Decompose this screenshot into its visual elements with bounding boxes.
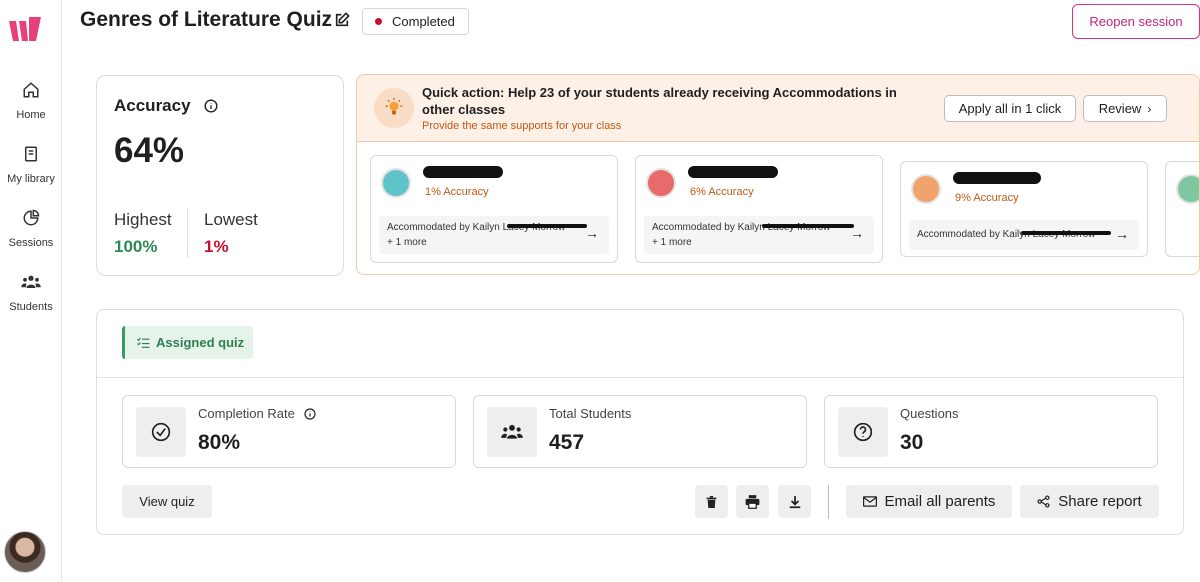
- completion-rate-label: Completion Rate: [198, 406, 317, 421]
- status-label: Completed: [392, 14, 455, 29]
- questions-label: Questions: [900, 406, 959, 421]
- page-title: Genres of Literature Quiz: [80, 8, 333, 31]
- arrow-right-icon: →: [850, 225, 864, 241]
- student-card[interactable]: 9% Accuracy Accommodated by Kailyn Lacey…: [900, 161, 1148, 257]
- check-circle-icon: [136, 407, 186, 457]
- highest-value: 100%: [114, 237, 158, 256]
- status-dot: [375, 18, 382, 25]
- accommodation-row[interactable]: Accommodated by Kailyn Lacey Morrow + 1 …: [379, 216, 609, 254]
- total-students-value: 457: [549, 431, 585, 454]
- status-badge: Completed: [362, 8, 469, 35]
- redaction-mark: [762, 224, 854, 228]
- question-circle-icon: [838, 407, 888, 457]
- edit-icon[interactable]: [334, 12, 350, 28]
- share-icon: [1037, 495, 1050, 508]
- nav-label-students: Students: [9, 301, 53, 313]
- quick-action-title: Quick action: Help 23 of your students a…: [422, 85, 897, 117]
- apply-all-button[interactable]: Apply all in 1 click: [944, 95, 1076, 122]
- accommodation-row[interactable]: Accommodated by Kailyn Lacey Morrow + 1 …: [644, 216, 874, 254]
- view-quiz-button[interactable]: View quiz: [122, 485, 212, 518]
- checklist-icon: [137, 337, 150, 348]
- redacted-name: [688, 166, 778, 178]
- printer-icon: [745, 494, 760, 509]
- arrow-right-icon: →: [1115, 226, 1129, 242]
- sidebar: Home My library Sessions Students: [0, 0, 62, 582]
- info-icon[interactable]: [304, 408, 317, 420]
- nav-label-home: Home: [16, 109, 46, 121]
- more-count: + 1 more: [387, 237, 427, 248]
- delete-button[interactable]: [695, 485, 728, 518]
- review-label: Review: [1098, 101, 1142, 116]
- student-card[interactable]: [1165, 161, 1199, 257]
- total-students-label: Total Students: [549, 406, 632, 421]
- review-button[interactable]: Review ›: [1083, 95, 1167, 122]
- email-all-parents-label: Email all parents: [884, 493, 996, 510]
- student-card[interactable]: 6% Accuracy Accommodated by Kailyn Lacey…: [635, 155, 883, 263]
- more-count: + 1 more: [652, 237, 692, 248]
- redaction-mark: [507, 224, 587, 228]
- total-students-card: Total Students 457: [473, 395, 807, 468]
- info-icon[interactable]: [204, 99, 218, 113]
- book-icon: [25, 146, 37, 162]
- nav-item-students[interactable]: Students: [0, 273, 62, 315]
- users-icon: [21, 275, 41, 288]
- nav-item-sessions[interactable]: Sessions: [0, 209, 62, 251]
- assigned-quiz-label: Assigned quiz: [156, 335, 245, 350]
- share-report-label: Share report: [1058, 493, 1142, 510]
- divider: [97, 377, 1183, 378]
- nav-item-my-library[interactable]: My library: [0, 145, 62, 187]
- quick-action-subtitle: Provide the same supports for your class: [422, 120, 622, 132]
- stat-label-text: Completion Rate: [198, 406, 295, 421]
- wayground-logo[interactable]: [8, 17, 42, 43]
- highest-label: Highest: [114, 210, 172, 229]
- completion-rate-card: Completion Rate 80%: [122, 395, 456, 468]
- mail-icon: [862, 496, 877, 507]
- lightbulb-icon: [374, 88, 414, 128]
- divider: [187, 208, 188, 258]
- student-accuracy: 6% Accuracy: [690, 186, 754, 198]
- accuracy-label: Accuracy: [114, 96, 191, 115]
- questions-card: Questions 30: [824, 395, 1158, 468]
- user-avatar[interactable]: [4, 531, 46, 573]
- lowest-value: 1%: [204, 237, 229, 256]
- nav-label-sessions: Sessions: [8, 237, 54, 249]
- lowest-label: Lowest: [204, 210, 258, 229]
- quick-action-panel: Quick action: Help 23 of your students a…: [356, 74, 1200, 275]
- users-icon: [487, 407, 537, 457]
- trash-icon: [706, 495, 717, 508]
- nav-label-my-library: My library: [7, 173, 55, 185]
- student-avatar: [1176, 174, 1199, 204]
- arrow-right-icon: →: [585, 225, 599, 241]
- student-card[interactable]: 1% Accuracy Accommodated by Kailyn Lacey…: [370, 155, 618, 263]
- home-icon: [23, 82, 39, 98]
- chevron-right-icon: ›: [1147, 101, 1152, 116]
- redacted-name: [423, 166, 503, 178]
- student-avatar: [646, 168, 676, 198]
- download-button[interactable]: [778, 485, 811, 518]
- quick-action-header: Quick action: Help 23 of your students a…: [357, 75, 1199, 142]
- student-avatar: [381, 168, 411, 198]
- redaction-mark: [1021, 231, 1111, 235]
- questions-value: 30: [900, 431, 924, 454]
- assigned-quiz-tag: Assigned quiz: [122, 326, 254, 359]
- student-accuracy: 9% Accuracy: [955, 192, 1019, 204]
- student-avatar: [911, 174, 941, 204]
- divider: [828, 485, 829, 519]
- accommodation-row[interactable]: Accommodated by Kailyn Lacey Morrow →: [909, 220, 1139, 250]
- print-button[interactable]: [736, 485, 769, 518]
- redacted-name: [953, 172, 1041, 184]
- completion-rate-value: 80%: [198, 431, 241, 454]
- email-all-parents-button[interactable]: Email all parents: [846, 485, 1012, 518]
- reopen-session-button[interactable]: Reopen session: [1072, 4, 1200, 39]
- nav-item-home[interactable]: Home: [0, 81, 62, 123]
- download-icon: [789, 495, 800, 508]
- pie-chart-icon: [23, 209, 40, 226]
- student-accuracy: 1% Accuracy: [425, 186, 489, 198]
- accuracy-card: Accuracy 64% Highest 100% Lowest 1%: [96, 75, 344, 276]
- accuracy-value: 64%: [114, 131, 185, 170]
- share-report-button[interactable]: Share report: [1020, 485, 1159, 518]
- quiz-summary-card: Assigned quiz Completion Rate 80% Total …: [96, 309, 1184, 535]
